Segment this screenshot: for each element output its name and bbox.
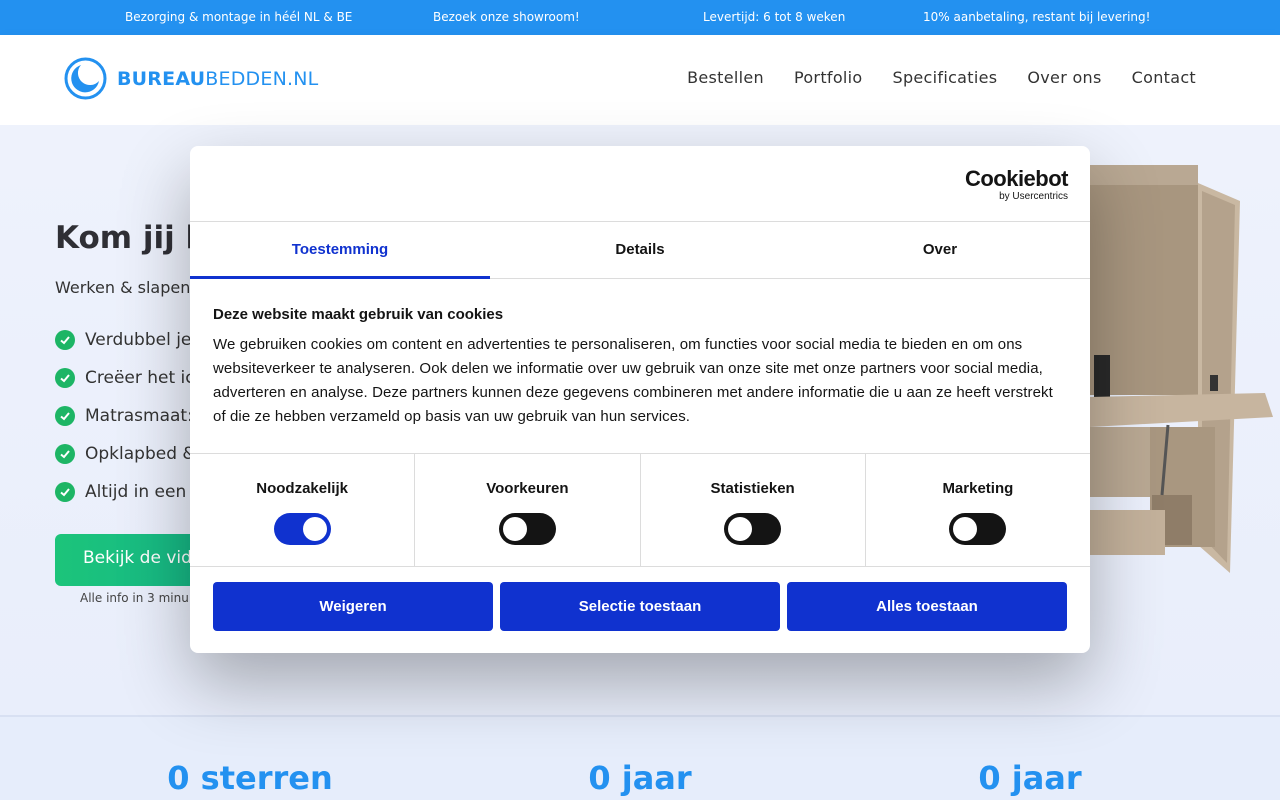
check-icon [55, 406, 75, 426]
toggle-necessary: Noodzakelijk [190, 454, 416, 566]
switch-knob [953, 517, 978, 541]
top-info-bar: Bezorging & montage in héél NL & BE Bezo… [0, 0, 1280, 35]
switch-knob [728, 517, 753, 541]
hero-title: Kom jij k [55, 220, 207, 256]
switch-knob [302, 517, 327, 541]
stat-years-2: 0 jaar [978, 759, 1082, 797]
cookie-tabs: Toestemming Details Over [190, 221, 1090, 279]
toggle-label: Voorkeuren [486, 480, 569, 497]
feature-label: Creëer het ic [85, 368, 195, 388]
tab-over[interactable]: Over [790, 222, 1090, 278]
feature-item: Matrasmaat: [55, 397, 196, 435]
stat-years-1: 0 jaar [588, 759, 692, 797]
feature-label: Opklapbed & [85, 444, 196, 464]
allow-selection-button[interactable]: Selectie toestaan [500, 582, 780, 631]
main-nav: Bestellen Portfolio Specificaties Over o… [687, 68, 1196, 87]
feature-item: Verdubbel je [55, 321, 196, 359]
cta-note: Alle info in 3 minu [80, 591, 189, 605]
moon-logo-icon [64, 57, 107, 100]
check-icon [55, 368, 75, 388]
feature-item: Altijd in een [55, 473, 196, 511]
deny-button[interactable]: Weigeren [213, 582, 493, 631]
cookiebot-brand: Cookiebot [964, 166, 1069, 191]
toggle-marketing: Marketing [866, 454, 1090, 566]
topbar-item-showroom[interactable]: Bezoek onze showroom! [433, 10, 580, 24]
logo-text-rest: BEDDEN.NL [205, 67, 319, 90]
allow-all-button[interactable]: Alles toestaan [787, 582, 1067, 631]
feature-label: Altijd in een [85, 482, 187, 502]
logo-text: BUREAUBEDDEN.NL [117, 68, 318, 90]
check-icon [55, 330, 75, 350]
preferences-switch[interactable] [498, 513, 556, 545]
check-icon [55, 444, 75, 464]
feature-label: Verdubbel je [85, 330, 192, 350]
nav-over-ons[interactable]: Over ons [1027, 68, 1101, 87]
cookiebot-brand-sub: by Usercentrics [999, 191, 1068, 202]
desk-bed-product-image [1090, 165, 1273, 573]
cookie-title: Deze website maakt gebruik van cookies [213, 306, 504, 323]
nav-portfolio[interactable]: Portfolio [794, 68, 863, 87]
hero-subtitle: Werken & slapen [55, 278, 191, 297]
logo-text-bold: BUREAU [117, 67, 206, 90]
stats-section: 0 sterren 0 jaar 0 jaar [0, 715, 1280, 800]
site-logo[interactable]: BUREAUBEDDEN.NL [64, 57, 318, 100]
toggle-statistics: Statistieken [641, 454, 866, 566]
toggle-label: Marketing [942, 480, 1014, 497]
feature-item: Opklapbed & [55, 435, 196, 473]
toggle-preferences: Voorkeuren [415, 454, 641, 566]
topbar-item-payment: 10% aanbetaling, restant bij levering! [923, 10, 1151, 24]
cookie-consent-dialog: Cookiebot by Usercentrics Toestemming De… [190, 146, 1090, 653]
toggle-label: Noodzakelijk [256, 480, 348, 497]
stat-stars: 0 sterren [167, 759, 333, 797]
topbar-item-delivery: Bezorging & montage in héél NL & BE [125, 10, 353, 24]
feature-list: Verdubbel je Creëer het ic Matrasmaat: O… [55, 321, 196, 511]
necessary-switch[interactable] [273, 513, 331, 545]
cookie-buttons: Weigeren Selectie toestaan Alles toestaa… [213, 582, 1068, 631]
toggle-label: Statistieken [710, 480, 795, 497]
cookie-category-toggles: Noodzakelijk Voorkeuren Statistieken Mar… [190, 453, 1090, 567]
switch-knob [502, 517, 527, 541]
check-icon [55, 482, 75, 502]
cookie-description: We gebruiken cookies om content en adver… [213, 336, 1053, 425]
site-header: BUREAUBEDDEN.NL Bestellen Portfolio Spec… [0, 35, 1280, 125]
marketing-switch[interactable] [949, 513, 1007, 545]
nav-contact[interactable]: Contact [1132, 68, 1196, 87]
cookiebot-logo[interactable]: Cookiebot by Usercentrics [964, 166, 1069, 203]
topbar-item-leadtime: Levertijd: 6 tot 8 weken [703, 10, 846, 24]
statistics-switch[interactable] [724, 513, 782, 545]
nav-bestellen[interactable]: Bestellen [687, 68, 764, 87]
feature-label: Matrasmaat: [85, 406, 193, 426]
nav-specificaties[interactable]: Specificaties [893, 68, 998, 87]
tab-details[interactable]: Details [490, 222, 790, 278]
feature-item: Creëer het ic [55, 359, 196, 397]
tab-toestemming[interactable]: Toestemming [190, 222, 490, 279]
